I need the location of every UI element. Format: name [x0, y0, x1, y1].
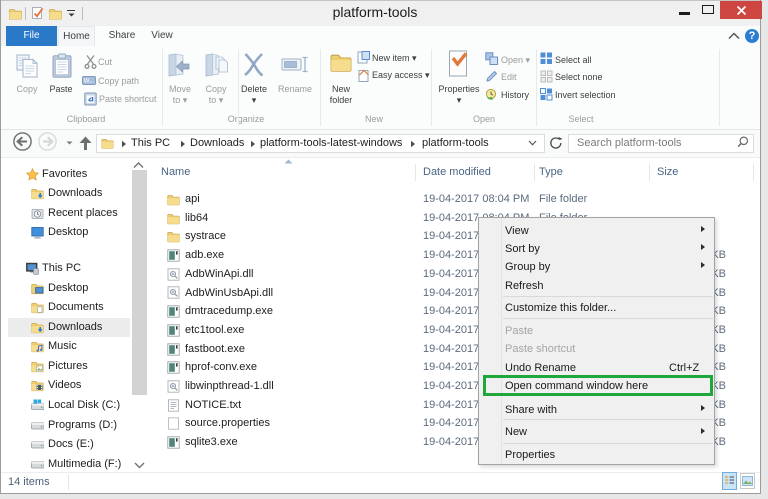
svg-text:W...: W...: [84, 79, 95, 85]
